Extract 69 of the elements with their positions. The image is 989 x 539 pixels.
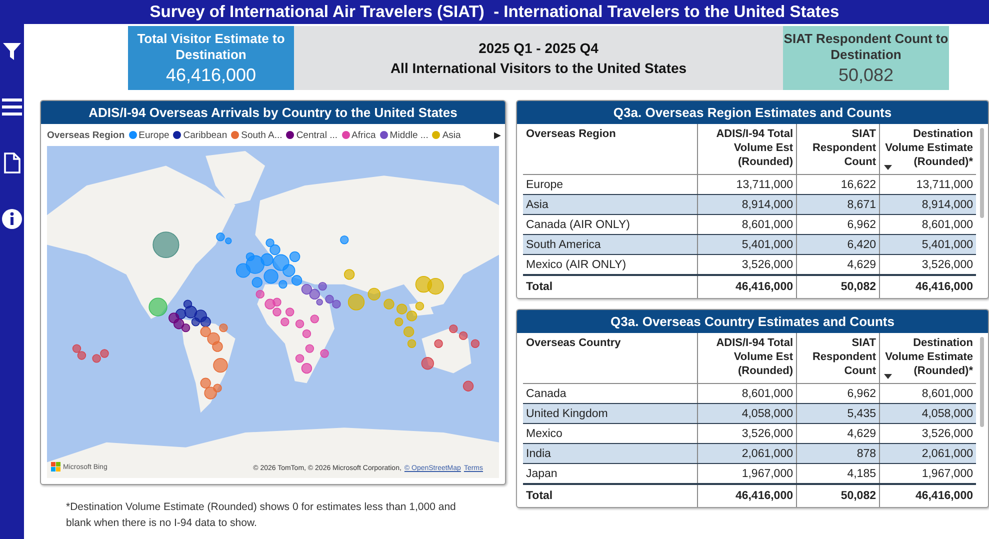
table-cell: Mexico (AIR ONLY) xyxy=(523,254,698,275)
kpi-label: Total Visitor Estimate to Destination xyxy=(136,30,286,62)
table-cell: 8,671 xyxy=(796,194,880,214)
legend-label: South A... xyxy=(241,130,282,140)
column-header[interactable]: SIAT Respondent Count xyxy=(800,127,876,169)
total-cell: 50,082 xyxy=(796,275,880,298)
table-cell: 4,058,000 xyxy=(880,404,976,424)
filter-icon[interactable] xyxy=(1,40,23,62)
legend-label: Asia xyxy=(442,130,461,140)
total-cell: 46,416,000 xyxy=(698,275,796,298)
table-cell: 4,185 xyxy=(796,464,880,484)
table-cell: 4,629 xyxy=(796,254,880,275)
total-cell: 46,416,000 xyxy=(880,275,976,298)
column-header[interactable]: SIAT Respondent Count xyxy=(800,336,876,378)
legend-label: Middle ... xyxy=(390,130,428,140)
column-header[interactable]: ADIS/I-94 Total Volume Est (Rounded) xyxy=(701,336,793,378)
table-cell: India xyxy=(523,444,698,464)
column-header[interactable]: Overseas Region xyxy=(526,127,616,141)
kpi-label: SIAT Respondent Count to Destination xyxy=(783,30,949,62)
table-cell: 1,967,000 xyxy=(880,464,976,484)
table-cell: 4,058,000 xyxy=(698,404,796,424)
legend-title: Overseas Region xyxy=(47,130,125,140)
column-header[interactable]: ADIS/I-94 Total Volume Est (Rounded) xyxy=(701,127,793,169)
scrollbar[interactable] xyxy=(980,337,984,427)
table-cell: 3,526,000 xyxy=(880,254,976,275)
period-label: 2025 Q1 - 2025 Q4 xyxy=(478,40,598,56)
sort-descending-icon[interactable] xyxy=(884,165,892,170)
legend-label: Caribbean xyxy=(183,130,228,140)
table-cell: 878 xyxy=(796,444,880,464)
table-cell: 2,061,000 xyxy=(698,444,796,464)
total-cell: Total xyxy=(523,275,698,298)
table-cell: 5,435 xyxy=(796,404,880,424)
period-subtitle: All International Visitors to the United States xyxy=(390,60,687,76)
panel-title: Q3a. Overseas Region Estimates and Counts xyxy=(517,101,988,124)
report-title: Survey of International Air Travelers (SIAT) - International Travelers to the United States xyxy=(150,2,840,22)
table-cell: 8,914,000 xyxy=(880,194,976,214)
total-cell: 46,416,000 xyxy=(880,484,976,507)
document-icon[interactable] xyxy=(1,152,23,174)
menu-icon[interactable] xyxy=(1,96,23,118)
table-cell: 2,061,000 xyxy=(880,444,976,464)
info-icon[interactable] xyxy=(1,208,23,230)
total-cell: Total xyxy=(523,484,698,507)
table-cell: 1,967,000 xyxy=(698,464,796,484)
table-cell: Japan xyxy=(523,464,698,484)
table-cell: Asia xyxy=(523,194,698,214)
panel-title: Q3a. Overseas Country Estimates and Counts xyxy=(517,310,988,333)
panel-title: ADIS/I-94 Overseas Arrivals by Country to the United States xyxy=(41,101,505,124)
column-header[interactable]: Destination Volume Estimate (Rounded)* xyxy=(883,127,973,169)
table-cell: 5,401,000 xyxy=(880,234,976,254)
column-header[interactable]: Overseas Country xyxy=(526,336,621,350)
kpi-value: 50,082 xyxy=(838,64,894,86)
legend-next-button[interactable]: ▶ xyxy=(494,130,501,140)
kpi-value: 46,416,000 xyxy=(166,64,256,86)
table-cell: 8,914,000 xyxy=(698,194,796,214)
logo-icon xyxy=(51,462,61,472)
footnote: *Destination Volume Estimate (Rounded) shows 0 for estimates less than 1,000 and blank when there is no I-94 data to show. xyxy=(65,500,457,531)
legend-label: Central ... xyxy=(296,130,338,140)
table-cell: 5,401,000 xyxy=(698,234,796,254)
column-header[interactable]: Destination Volume Estimate (Rounded)* xyxy=(883,336,973,378)
scrollbar[interactable] xyxy=(980,128,984,218)
total-cell: 50,082 xyxy=(796,484,880,507)
table-cell: 3,526,000 xyxy=(698,254,796,275)
table-cell: South America xyxy=(523,234,698,254)
table-cell: 6,420 xyxy=(796,234,880,254)
table-cell: United Kingdom xyxy=(523,404,698,424)
sort-descending-icon[interactable] xyxy=(884,374,892,379)
legend-label: Europe xyxy=(138,130,170,140)
legend-label: Africa xyxy=(352,130,376,140)
total-cell: 46,416,000 xyxy=(698,484,796,507)
